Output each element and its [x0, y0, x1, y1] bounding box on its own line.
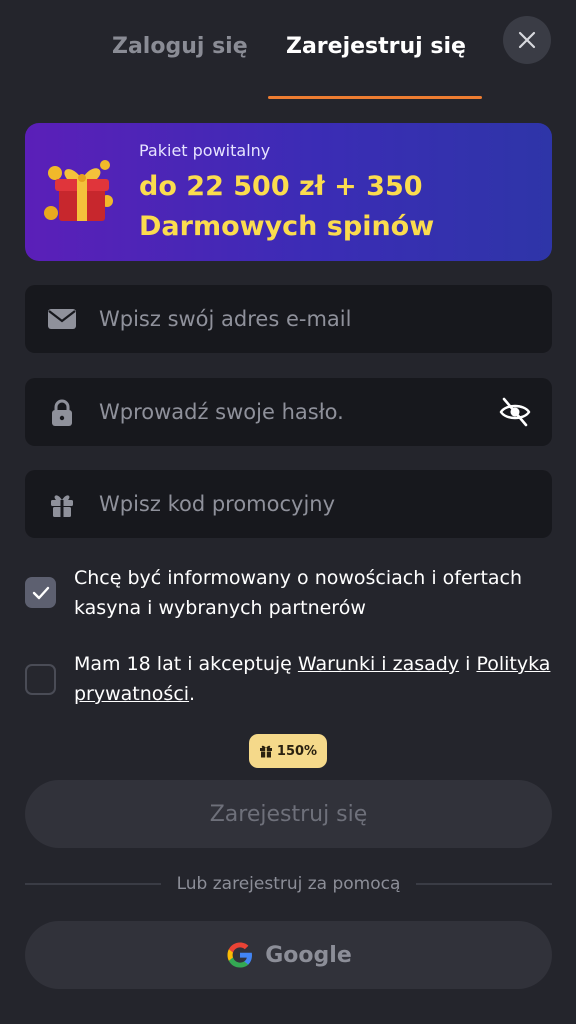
- gift-icon: [51, 495, 73, 517]
- check-icon: [32, 586, 49, 599]
- eye-off-icon[interactable]: [498, 395, 532, 429]
- banner-title: do 22 500 zł + 350 Darmowych spinów: [139, 167, 434, 247]
- close-button[interactable]: [503, 16, 551, 64]
- divider-line-left: [25, 883, 161, 885]
- terms-prefix: Mam 18 lat i akceptuję: [74, 653, 298, 675]
- divider-line-right: [416, 883, 553, 885]
- active-tab-indicator: [268, 96, 482, 99]
- google-signup-button[interactable]: Google: [25, 921, 552, 989]
- gift-icon: [259, 745, 272, 758]
- terms-middle: i: [459, 653, 477, 675]
- newsletter-consent-row: Chcę być informowany o nowościach i ofer…: [25, 563, 552, 625]
- email-input[interactable]: [99, 285, 499, 353]
- mail-icon: [48, 309, 76, 329]
- welcome-bonus-banner: Pakiet powitalny do 22 500 zł + 350 Darm…: [25, 123, 552, 261]
- newsletter-checkbox[interactable]: [25, 577, 56, 608]
- newsletter-consent-text: Chcę być informowany o nowościach i ofer…: [74, 567, 523, 619]
- promo-field-container: [25, 470, 552, 538]
- bonus-badge-text: 150%: [276, 743, 318, 759]
- terms-suffix: .: [189, 683, 196, 705]
- terms-consent-text: Mam 18 lat i akceptuję Warunki i zasady …: [74, 649, 554, 709]
- google-button-label: Google: [265, 942, 352, 968]
- register-modal: Zaloguj się Zarejestruj się Pakiet powit…: [0, 0, 576, 1024]
- tab-register[interactable]: Zarejestruj się: [286, 34, 466, 59]
- bonus-badge: 150%: [249, 734, 327, 768]
- password-input[interactable]: [99, 378, 499, 446]
- promo-code-input[interactable]: [99, 470, 499, 538]
- lock-icon: [52, 399, 72, 426]
- banner-title-line-2: Darmowych spinów: [139, 211, 435, 242]
- tab-login[interactable]: Zaloguj się: [112, 34, 248, 59]
- email-field-container: [25, 285, 552, 353]
- terms-consent-row: Mam 18 lat i akceptuję Warunki i zasady …: [25, 649, 552, 711]
- banner-subtitle: Pakiet powitalny: [139, 141, 271, 160]
- google-icon: [227, 942, 253, 968]
- social-divider: Lub zarejestruj za pomocą: [25, 872, 553, 896]
- divider-text: Lub zarejestruj za pomocą: [176, 874, 401, 894]
- auth-tabs: Zaloguj się Zarejestruj się: [0, 0, 576, 100]
- banner-title-line-1: do 22 500 zł + 350: [139, 171, 423, 202]
- terms-link[interactable]: Warunki i zasady: [298, 653, 459, 675]
- register-button[interactable]: Zarejestruj się: [25, 780, 552, 848]
- password-field-container: [25, 378, 552, 446]
- close-icon: [518, 31, 536, 49]
- terms-checkbox[interactable]: [25, 664, 56, 695]
- gift-icon: [44, 160, 113, 221]
